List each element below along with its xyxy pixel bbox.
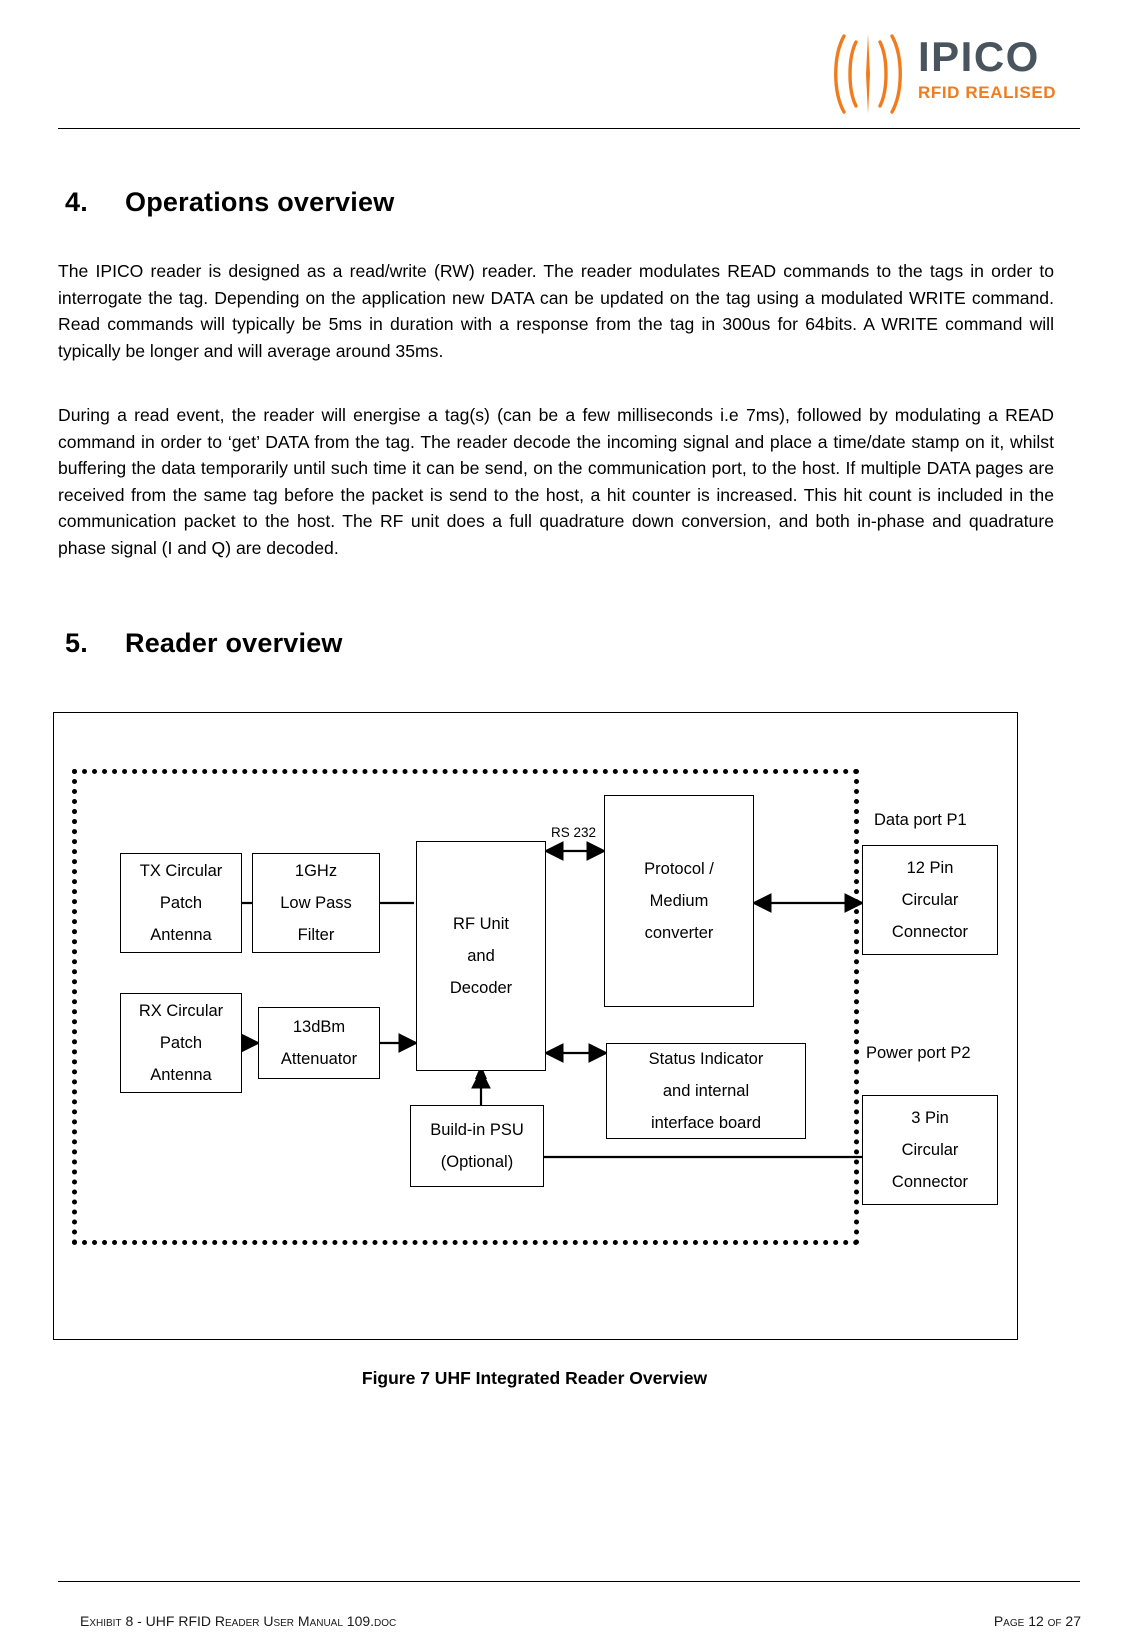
block-power-connector-line-1: 3 Pin	[911, 1109, 949, 1127]
block-attenuator-line-1: 13dBm	[292, 1018, 346, 1036]
block-attenuator-line-2: Attenuator	[280, 1050, 358, 1068]
section-5-number: 5.	[65, 628, 88, 658]
section-4-heading: 4. Operations overview	[65, 187, 394, 218]
logo-wordmark: IPICO	[918, 33, 1040, 80]
block-protocol-converter-line-3: converter	[644, 924, 714, 942]
block-rf-unit: RF Unit and Decoder	[416, 841, 546, 1071]
block-tx-antenna-line-2: Patch	[159, 894, 203, 912]
block-status-indicator-line-3: interface board	[650, 1114, 762, 1132]
ipico-logo: IPICO RFID REALISED	[826, 28, 1056, 120]
section-4-number: 4.	[65, 187, 88, 217]
block-status-indicator-line-1: Status Indicator	[648, 1050, 764, 1068]
block-low-pass-filter-line-1: 1GHz	[294, 862, 338, 880]
block-protocol-converter: Protocol / Medium converter	[604, 795, 754, 1007]
block-rf-unit-line-3: Decoder	[449, 979, 513, 997]
block-tx-antenna-line-1: TX Circular	[139, 862, 223, 880]
block-protocol-converter-line-1: Protocol /	[644, 860, 714, 878]
block-power-connector-line-3: Connector	[891, 1173, 969, 1191]
footer-page-number: Page 12 of 27	[993, 1613, 1081, 1629]
block-status-indicator-line-2: and internal	[662, 1082, 750, 1100]
block-rx-antenna-line-3: Antenna	[150, 1066, 212, 1084]
block-data-connector: 12 Pin Circular Connector	[862, 845, 998, 955]
label-power-port: Power port P2	[866, 1044, 971, 1062]
block-rx-antenna-line-2: Patch	[159, 1034, 203, 1052]
block-rx-antenna: RX Circular Patch Antenna	[120, 993, 242, 1093]
block-data-connector-line-2: Circular	[901, 891, 959, 909]
section-4-paragraph-2: During a read event, the reader will ene…	[58, 405, 1054, 558]
section-5-title: Reader overview	[125, 628, 343, 658]
block-builtin-psu-line-1: Build-in PSU	[430, 1121, 524, 1139]
block-data-connector-line-1: 12 Pin	[906, 859, 954, 877]
section-4-title: Operations overview	[125, 187, 395, 217]
label-data-port: Data port P1	[874, 811, 967, 829]
footer-divider	[58, 1581, 1080, 1582]
figure-caption: Figure 7 UHF Integrated Reader Overview	[361, 1368, 708, 1388]
block-low-pass-filter: 1GHz Low Pass Filter	[252, 853, 380, 953]
rfid-wave-icon	[826, 30, 910, 118]
block-protocol-converter-line-2: Medium	[649, 892, 709, 910]
block-builtin-psu-line-2: (Optional)	[440, 1153, 514, 1171]
block-builtin-psu: Build-in PSU (Optional)	[410, 1105, 544, 1187]
block-low-pass-filter-line-2: Low Pass	[280, 894, 352, 912]
logo-text-group: IPICO RFID REALISED	[918, 34, 1058, 104]
block-tx-antenna-line-3: Antenna	[150, 926, 212, 944]
label-rs232: RS 232	[551, 825, 597, 840]
block-low-pass-filter-line-3: Filter	[297, 926, 335, 944]
section-4-paragraph-1: The IPICO reader is designed as a read/w…	[58, 261, 1054, 361]
logo-tagline: RFID REALISED	[918, 83, 1057, 102]
block-rf-unit-line-1: RF Unit	[453, 915, 509, 933]
block-attenuator: 13dBm Attenuator	[258, 1007, 380, 1079]
block-status-indicator: Status Indicator and internal interface …	[606, 1043, 806, 1139]
figure-frame: TX Circular Patch Antenna 1GHz Low Pass …	[53, 712, 1018, 1340]
document-page: IPICO RFID REALISED 4. Operations overvie…	[0, 0, 1139, 1652]
section-5-heading: 5. Reader overview	[65, 628, 343, 659]
block-rx-antenna-line-1: RX Circular	[138, 1002, 224, 1020]
block-rf-unit-line-2: and	[467, 947, 495, 965]
footer-document-name: Exhibit 8 - UHF RFID Reader User Manual …	[80, 1613, 397, 1629]
block-data-connector-line-3: Connector	[891, 923, 969, 941]
header-divider	[58, 128, 1080, 129]
block-power-connector: 3 Pin Circular Connector	[862, 1095, 998, 1205]
block-tx-antenna: TX Circular Patch Antenna	[120, 853, 242, 953]
block-power-connector-line-2: Circular	[901, 1141, 959, 1159]
